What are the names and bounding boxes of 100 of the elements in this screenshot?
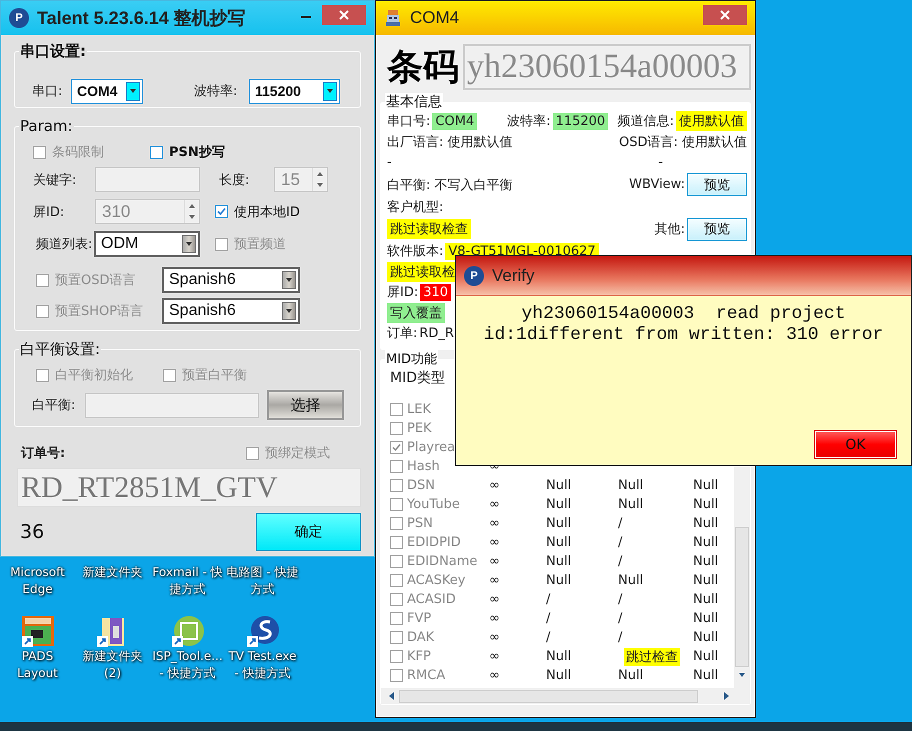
table-cell: / [618, 516, 622, 531]
info-text: 其他: [654, 221, 685, 238]
checkbox[interactable] [390, 479, 403, 492]
barcode-field[interactable]: yh23060154a00003 [463, 44, 751, 90]
desktop-icon-label[interactable]: 新建文件夹 (2) [76, 648, 150, 682]
mid-name: PEK [407, 421, 432, 436]
checkbox[interactable] [390, 555, 403, 568]
baud-rate-dropdown[interactable]: 115200 [249, 78, 340, 104]
screen-id-spinbox[interactable]: 310 [95, 199, 200, 224]
checkbox[interactable] [390, 574, 403, 587]
desktop-icon-label[interactable]: ISP_Tool.e... - 快捷方式 [150, 648, 224, 682]
checkbox[interactable] [390, 422, 403, 435]
field-label: 串口: [32, 83, 64, 100]
desktop-icon-label[interactable]: 新建文件夹 [76, 564, 150, 581]
window-title: Talent 5.23.6.14 整机抄写 [37, 7, 246, 30]
table-cell: Null [693, 630, 718, 645]
left-arrow-icon[interactable] [388, 692, 394, 700]
port-dropdown[interactable]: COM4 [71, 78, 143, 104]
table-cell: ∞ [489, 478, 500, 493]
info-text: RD_R [419, 326, 454, 341]
close-button[interactable] [322, 5, 366, 25]
confirm-button[interactable]: 确定 [256, 513, 361, 551]
checkbox[interactable] [390, 498, 403, 511]
table-cell: Null [693, 592, 718, 607]
checkbox[interactable] [390, 631, 403, 644]
dropdown-arrow-icon [186, 242, 192, 246]
preview-button[interactable]: 预览 [687, 218, 747, 240]
info-text: 客户机型: [387, 198, 444, 216]
table-cell: ∞ [489, 611, 500, 626]
checkbox[interactable] [390, 441, 403, 454]
channel-dropdown[interactable]: ODM [94, 231, 200, 257]
checkbox-label: 预置OSD语言 [55, 272, 136, 289]
app-logo: P [9, 8, 29, 28]
group-title: 基本信息 [385, 93, 443, 111]
table-cell: Null [618, 478, 644, 493]
checkbox[interactable] [390, 669, 403, 682]
table-cell: Null [693, 478, 718, 493]
ok-button[interactable]: OK [814, 430, 897, 459]
table-cell: Null [546, 573, 572, 588]
table-cell: Null [693, 535, 718, 550]
field-label: 波特率: [194, 83, 238, 100]
table-cell: ∞ [489, 649, 500, 664]
desktop-icon-label[interactable]: Foxmail - 快捷方式 [150, 564, 224, 598]
desktop-icon-label[interactable]: 电路图 - 快捷方式 [226, 564, 300, 598]
desktop-icon-label[interactable]: PADS Layout [0, 648, 74, 682]
checkbox-label: PSN抄写 [169, 144, 225, 161]
horizontal-scrollbar[interactable] [381, 688, 750, 704]
mid-name: DAK [407, 630, 434, 645]
osd-language-dropdown[interactable]: Spanish6 [162, 267, 300, 293]
info-text: 白平衡: 不写入白平衡 [387, 176, 513, 194]
table-cell: Null [546, 554, 572, 569]
preview-button[interactable]: 预览 [687, 173, 747, 196]
info-text: 波特率: [507, 113, 551, 130]
table-cell: Null [546, 497, 572, 512]
checkbox[interactable] [390, 650, 403, 663]
order-input[interactable]: RD_RT2851M_GTV [17, 468, 361, 507]
checkbox[interactable] [150, 146, 163, 158]
table-cell: Null [693, 668, 718, 683]
down-arrow-icon[interactable] [317, 183, 323, 188]
checkbox[interactable] [390, 612, 403, 625]
checkbox[interactable] [215, 205, 228, 218]
circuit-board-icon [20, 616, 54, 648]
table-cell: ∞ [489, 573, 500, 588]
up-arrow-icon[interactable] [189, 204, 195, 208]
checkbox-label: 预置频道 [234, 236, 286, 253]
mid-name: DSN [407, 478, 435, 493]
down-arrow-icon[interactable] [189, 215, 195, 220]
close-button[interactable] [703, 5, 747, 25]
keyword-input[interactable] [95, 167, 200, 192]
robot-icon [384, 9, 402, 27]
status-tag: 310 [420, 284, 452, 301]
status-tag: COM4 [432, 112, 478, 130]
checkbox[interactable] [390, 460, 403, 473]
table-cell: ∞ [489, 630, 500, 645]
mid-name: KFP [407, 649, 431, 664]
checkbox[interactable] [390, 593, 403, 606]
mid-name: Playrea [407, 440, 456, 455]
up-arrow-icon[interactable] [317, 172, 323, 176]
checkbox[interactable] [390, 403, 403, 416]
table-cell: / [546, 630, 550, 645]
mid-name: YouTube [407, 497, 460, 512]
checkbox[interactable] [390, 517, 403, 530]
checkbox[interactable] [390, 536, 403, 549]
status-tag: 跳过检查 [624, 648, 680, 666]
mid-name: FVP [407, 611, 432, 626]
table-cell: ∞ [489, 516, 500, 531]
shop-language-dropdown[interactable]: Spanish6 [162, 298, 300, 324]
balance-input[interactable] [85, 392, 259, 418]
window-title: COM4 [410, 8, 460, 28]
checkbox-label: 白平衡初始化 [55, 367, 133, 384]
desktop-icon-label[interactable]: Microsoft Edge [0, 564, 74, 598]
table-cell: / [618, 592, 622, 607]
info-text: 频道信息: [618, 113, 674, 130]
table-cell: / [618, 611, 622, 626]
field-label: 屏ID: [33, 204, 66, 220]
right-arrow-icon[interactable] [724, 692, 728, 700]
mid-name: ACASKey [407, 573, 466, 588]
desktop-icon-label[interactable]: TV Test.exe - 快捷方式 [226, 648, 300, 682]
select-button[interactable]: 选择 [267, 390, 344, 420]
length-spinbox[interactable]: 15 [274, 167, 328, 192]
